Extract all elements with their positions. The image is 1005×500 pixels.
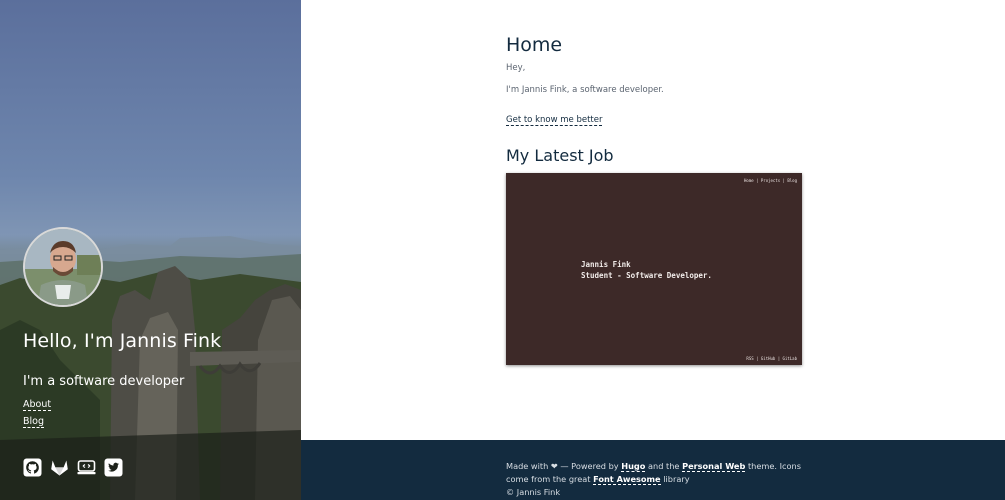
greeting-text: Hey, — [506, 63, 526, 73]
footer-powered-by: — Powered by — [560, 461, 619, 471]
github-icon[interactable] — [23, 458, 42, 477]
sidebar-hero: Hello, I'm Jannis Fink I'm a software de… — [0, 0, 301, 500]
job-preview-title: Jannis Fink — [581, 260, 631, 269]
nav-link-blog[interactable]: Blog — [23, 416, 44, 428]
font-awesome-link[interactable]: Font Awesome — [593, 474, 661, 485]
copyright: © Jannis Fink — [506, 487, 561, 497]
latest-job-heading: My Latest Job — [506, 146, 614, 165]
sidebar-nav: About Blog — [23, 399, 52, 433]
stackexchange-icon[interactable] — [77, 458, 96, 477]
avatar — [23, 227, 103, 307]
hugo-link[interactable]: Hugo — [621, 461, 646, 472]
job-preview-tagline: Student - Software Developer. — [581, 271, 712, 280]
job-preview-name: Jannis Fink Student - Software Developer… — [581, 259, 712, 281]
job-preview-nav: Home | Projects | Blog — [744, 178, 797, 183]
latest-job-preview[interactable]: Home | Projects | Blog Jannis Fink Stude… — [506, 173, 802, 365]
hero-subtitle: I'm a software developer — [23, 374, 185, 389]
about-link[interactable]: Get to know me better — [506, 115, 603, 126]
nav-link-about[interactable]: About — [23, 399, 52, 411]
theme-link[interactable]: Personal Web — [682, 461, 746, 472]
social-links — [23, 458, 123, 477]
footer-and-the: and the — [648, 461, 680, 471]
hero-title: Hello, I'm Jannis Fink — [23, 330, 222, 352]
footer-library: library — [663, 474, 690, 484]
gitlab-icon[interactable] — [50, 458, 69, 477]
site-footer: Made with ❤ — Powered by Hugo and the Pe… — [301, 440, 1005, 500]
job-preview-footer: RSS | GitHub | GitLab — [746, 356, 797, 361]
twitter-icon[interactable] — [104, 458, 123, 477]
intro-text: I'm Jannis Fink, a software developer. — [506, 85, 664, 95]
main-content: Home Hey, I'm Jannis Fink, a software de… — [301, 0, 1005, 440]
heart-icon: ❤ — [550, 461, 558, 471]
footer-made-with: Made with — [506, 461, 549, 471]
page-title: Home — [506, 34, 563, 56]
